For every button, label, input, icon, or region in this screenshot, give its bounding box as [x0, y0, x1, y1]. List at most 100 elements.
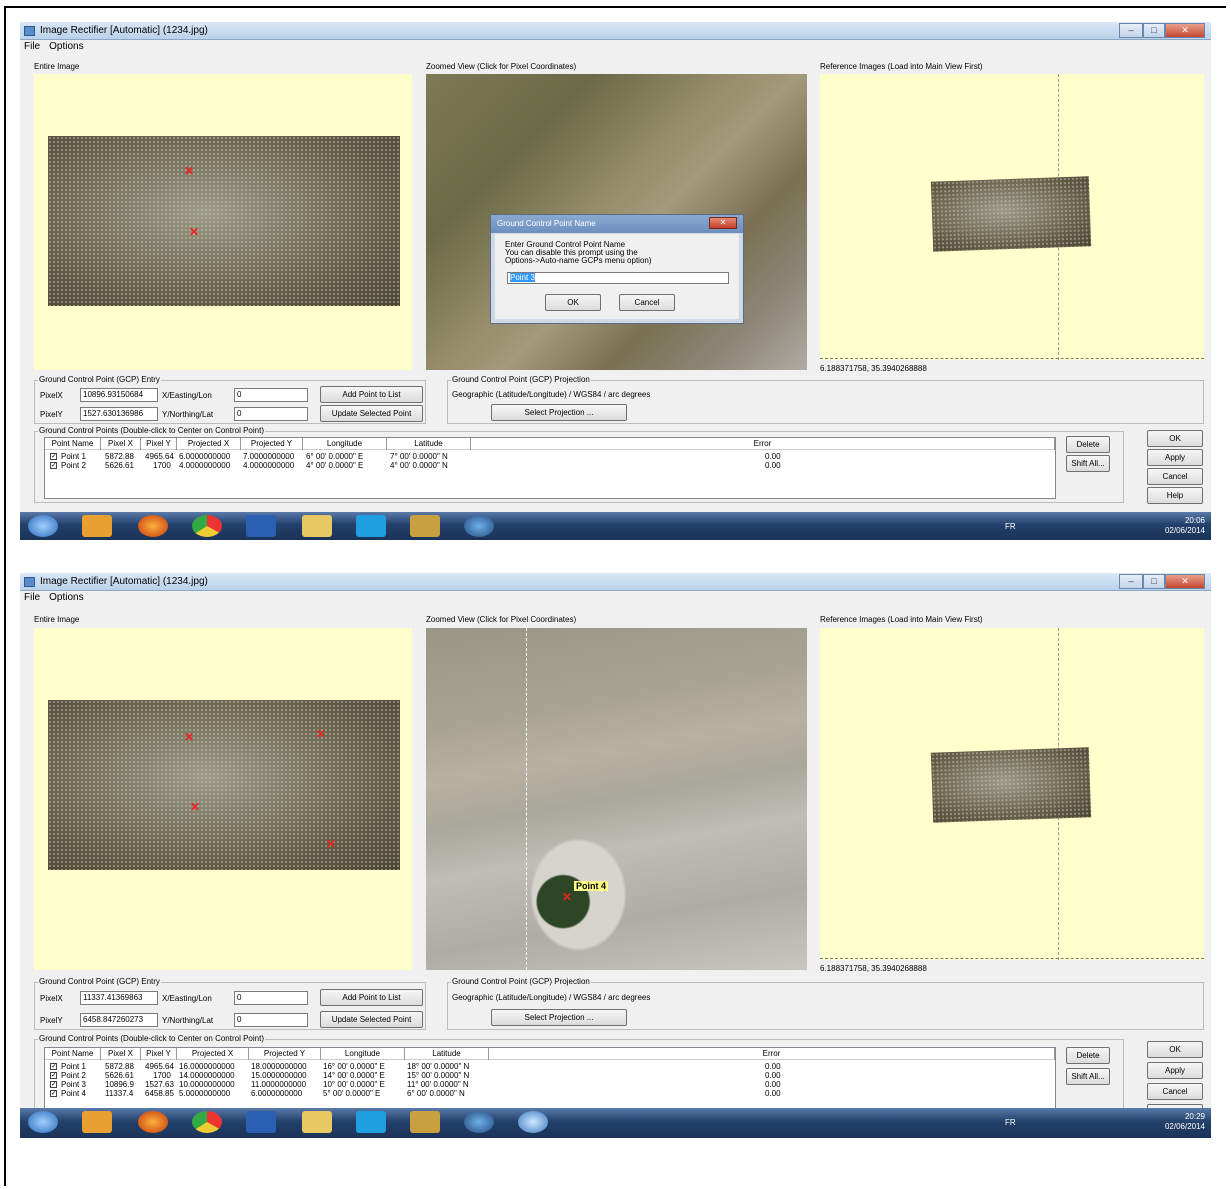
- col-error[interactable]: Error: [489, 1048, 1055, 1060]
- cancel-button[interactable]: Cancel: [1147, 1083, 1203, 1100]
- maximize-button[interactable]: □: [1143, 23, 1165, 38]
- northing-input[interactable]: 0: [234, 1013, 308, 1027]
- entire-image-pane[interactable]: ✕ ✕ ✕ ✕: [34, 628, 412, 970]
- row-checkbox[interactable]: ✓: [50, 453, 57, 460]
- zoomed-view-pane[interactable]: ✕ Point 4: [426, 628, 807, 970]
- table-row[interactable]: ✓ Point 1 5872.88 4965.64 16.0000000000 …: [45, 1062, 1055, 1071]
- minimize-button[interactable]: –: [1119, 574, 1143, 589]
- close-button[interactable]: ✕: [1165, 23, 1205, 38]
- select-projection-button[interactable]: Select Projection ...: [491, 404, 627, 421]
- pixel-x-input[interactable]: 11337.41369863: [80, 991, 158, 1005]
- menu-file[interactable]: File: [20, 591, 45, 603]
- word-icon[interactable]: [246, 1111, 276, 1133]
- skype-icon[interactable]: [356, 1111, 386, 1133]
- chrome-icon[interactable]: [192, 515, 222, 537]
- northing-input[interactable]: 0: [234, 407, 308, 421]
- gcp-table[interactable]: Point Name Pixel X Pixel Y Projected X P…: [44, 437, 1056, 499]
- skype-icon[interactable]: [356, 515, 386, 537]
- col-projected-y[interactable]: Projected Y: [249, 1048, 321, 1060]
- delete-button[interactable]: Delete: [1066, 1047, 1110, 1064]
- ok-button[interactable]: OK: [1147, 1041, 1203, 1058]
- ok-button[interactable]: OK: [1147, 430, 1203, 447]
- col-error[interactable]: Error: [471, 438, 1055, 450]
- maximize-button[interactable]: □: [1143, 574, 1165, 589]
- tray-clock[interactable]: 20:29 02/06/2014: [1165, 1112, 1205, 1132]
- row-checkbox[interactable]: ✓: [50, 1072, 57, 1079]
- firefox-icon[interactable]: [138, 1111, 168, 1133]
- col-pixel-x[interactable]: Pixel X: [101, 1048, 141, 1060]
- minimize-button[interactable]: –: [1119, 23, 1143, 38]
- chrome-icon[interactable]: [192, 1111, 222, 1133]
- entire-image-pane[interactable]: ✕ ✕: [34, 74, 412, 370]
- pixel-y-input[interactable]: 6458.847260273: [80, 1013, 158, 1027]
- col-projected-x[interactable]: Projected X: [177, 438, 241, 450]
- col-pixel-y[interactable]: Pixel Y: [141, 438, 177, 450]
- zoomed-view-pane[interactable]: Ground Control Point Name ✕ Enter Ground…: [426, 74, 807, 370]
- col-point-name[interactable]: Point Name: [45, 1048, 101, 1060]
- add-point-button[interactable]: Add Point to List: [320, 386, 423, 403]
- table-row[interactable]: ✓ Point 1 5872.88 4965.64 6.0000000000 7…: [45, 452, 1055, 461]
- globe-icon[interactable]: [464, 515, 494, 537]
- media-player-icon[interactable]: [82, 1111, 112, 1133]
- close-button[interactable]: ✕: [1165, 574, 1205, 589]
- gcp-table[interactable]: Point Name Pixel X Pixel Y Projected X P…: [44, 1047, 1056, 1117]
- select-projection-button[interactable]: Select Projection ...: [491, 1009, 627, 1026]
- gcp-name-input[interactable]: Point 3: [507, 272, 729, 284]
- pixel-y-input[interactable]: 1527.630136986: [80, 407, 158, 421]
- dialog-cancel-button[interactable]: Cancel: [619, 294, 675, 311]
- table-row[interactable]: ✓ Point 3 10896.9 1527.63 10.0000000000 …: [45, 1080, 1055, 1089]
- row-checkbox[interactable]: ✓: [50, 1090, 57, 1097]
- tray-language[interactable]: FR: [1005, 522, 1016, 531]
- table-row[interactable]: ✓ Point 4 11337.4 6458.85 5.0000000000 6…: [45, 1089, 1055, 1098]
- table-row[interactable]: ✓ Point 2 5626.61 1700 4.0000000000 4.00…: [45, 461, 1055, 470]
- media-player-icon[interactable]: [82, 515, 112, 537]
- row-checkbox[interactable]: ✓: [50, 1063, 57, 1070]
- start-orb-icon[interactable]: [28, 1111, 58, 1133]
- gcp-marker: ✕: [316, 727, 327, 741]
- explorer-icon[interactable]: [302, 1111, 332, 1133]
- browser-icon[interactable]: [518, 1111, 548, 1133]
- firefox-icon[interactable]: [138, 515, 168, 537]
- easting-input[interactable]: 0: [234, 991, 308, 1005]
- table-row[interactable]: ✓ Point 2 5626.61 1700 14.0000000000 15.…: [45, 1071, 1055, 1080]
- app-icon[interactable]: [410, 1111, 440, 1133]
- pixel-x-input[interactable]: 10896.93150684: [80, 388, 158, 402]
- reference-images-pane[interactable]: [820, 74, 1204, 360]
- globe-icon[interactable]: [464, 1111, 494, 1133]
- update-point-button[interactable]: Update Selected Point: [320, 405, 423, 422]
- shift-all-button[interactable]: Shift All...: [1066, 455, 1110, 472]
- col-pixel-y[interactable]: Pixel Y: [141, 1048, 177, 1060]
- delete-button[interactable]: Delete: [1066, 436, 1110, 453]
- reference-images-pane[interactable]: [820, 628, 1204, 960]
- apply-button[interactable]: Apply: [1147, 1062, 1203, 1079]
- col-latitude[interactable]: Latitude: [387, 438, 471, 450]
- row-checkbox[interactable]: ✓: [50, 462, 57, 469]
- row-checkbox[interactable]: ✓: [50, 1081, 57, 1088]
- easting-input[interactable]: 0: [234, 388, 308, 402]
- tray-language[interactable]: FR: [1005, 1118, 1016, 1127]
- col-longitude[interactable]: Longitude: [303, 438, 387, 450]
- col-projected-y[interactable]: Projected Y: [241, 438, 303, 450]
- help-button[interactable]: Help: [1147, 487, 1203, 504]
- col-point-name[interactable]: Point Name: [45, 438, 101, 450]
- update-point-button[interactable]: Update Selected Point: [320, 1011, 423, 1028]
- dialog-ok-button[interactable]: OK: [545, 294, 601, 311]
- start-orb-icon[interactable]: [28, 515, 58, 537]
- explorer-icon[interactable]: [302, 515, 332, 537]
- add-point-button[interactable]: Add Point to List: [320, 989, 423, 1006]
- dialog-close-button[interactable]: ✕: [709, 217, 737, 229]
- menu-options[interactable]: Options: [45, 591, 88, 603]
- shift-all-button[interactable]: Shift All...: [1066, 1068, 1110, 1085]
- menu-options[interactable]: Options: [45, 40, 88, 52]
- app-icon[interactable]: [410, 515, 440, 537]
- menu-file[interactable]: File: [20, 40, 45, 52]
- satellite-image: [48, 136, 400, 306]
- col-pixel-x[interactable]: Pixel X: [101, 438, 141, 450]
- word-icon[interactable]: [246, 515, 276, 537]
- apply-button[interactable]: Apply: [1147, 449, 1203, 466]
- col-longitude[interactable]: Longitude: [321, 1048, 405, 1060]
- cancel-button[interactable]: Cancel: [1147, 468, 1203, 485]
- tray-clock[interactable]: 20:06 02/06/2014: [1165, 516, 1205, 536]
- col-latitude[interactable]: Latitude: [405, 1048, 489, 1060]
- col-projected-x[interactable]: Projected X: [177, 1048, 249, 1060]
